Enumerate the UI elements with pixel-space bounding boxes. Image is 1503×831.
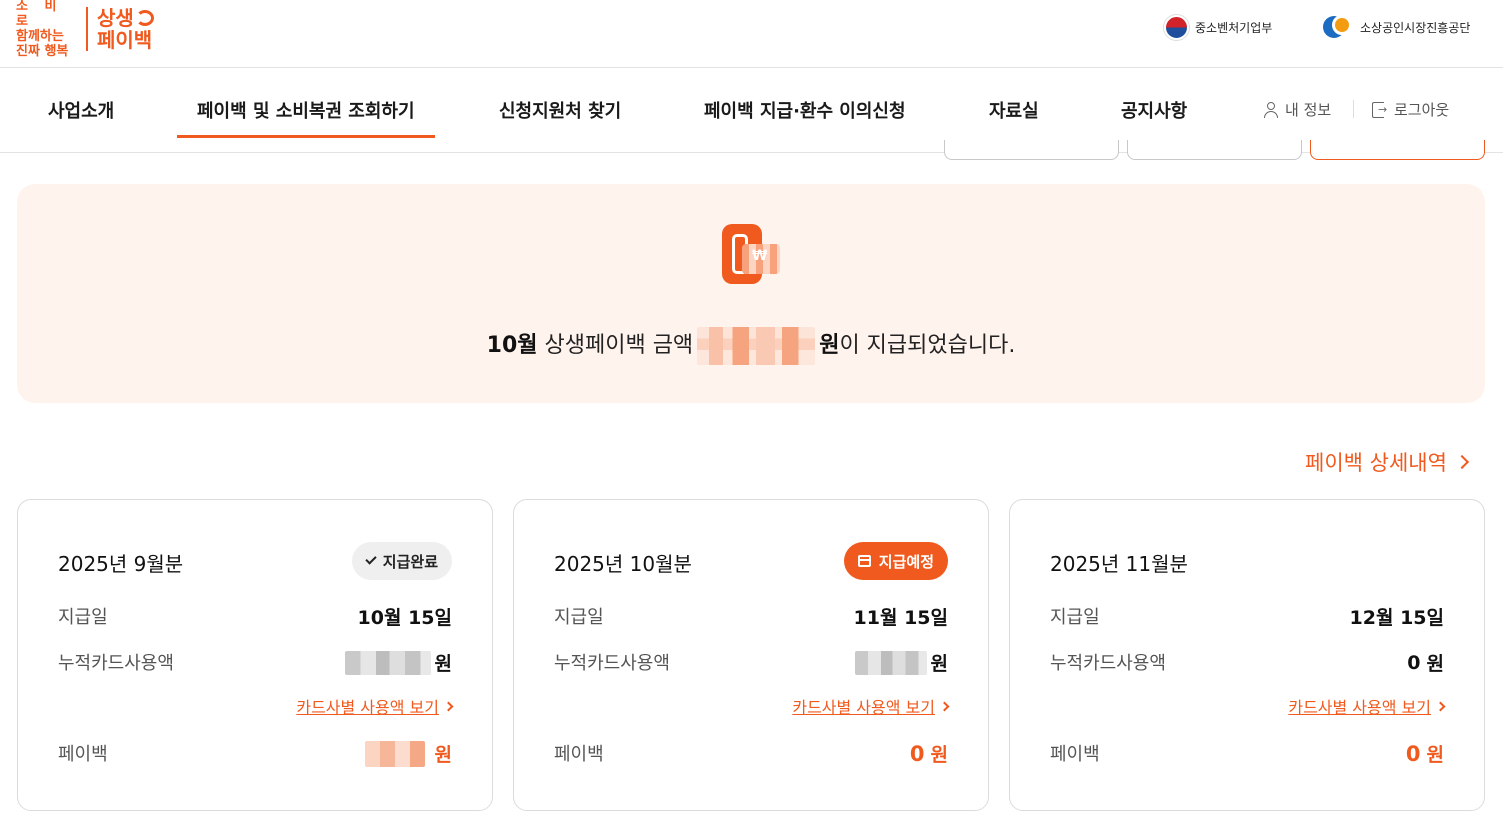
- payback-card-nov: 2025년 11월분 지급일 12월 15일 누적카드사용액 0 원 카드사별 …: [1009, 499, 1485, 811]
- payback-value: 0 원: [909, 741, 948, 767]
- logo-slogan: 소 비 로 함께하는 진짜 행복: [16, 0, 69, 59]
- payback-card-oct: 2025년 10월분 지급예정 지급일 11월 15일 누적카드사용액 원 카드…: [513, 499, 989, 811]
- swirl-icon: [135, 10, 154, 26]
- won-unit: 원: [1426, 744, 1444, 766]
- hidden-tab[interactable]: [1127, 140, 1302, 160]
- payback-label: 페이백: [1050, 744, 1100, 765]
- payback-value: 원: [361, 740, 452, 767]
- chevron-right-icon: [939, 701, 950, 711]
- ministry-link[interactable]: 중소벤처기업부: [1164, 12, 1272, 42]
- banner-currency: 원: [819, 333, 840, 358]
- redacted-payback: [364, 740, 425, 767]
- agency-label: 소상공인시장진흥공단: [1360, 20, 1471, 35]
- banner-month: 10월: [486, 333, 538, 358]
- calendar-icon: [857, 555, 871, 567]
- card-usage-label: 누적카드사용액: [58, 653, 174, 674]
- chevron-right-icon: [1435, 701, 1446, 711]
- pay-date-label: 지급일: [554, 607, 604, 628]
- pay-date-value: 12월 15일: [1349, 607, 1444, 629]
- payback-detail-link[interactable]: 페이백 상세내역: [1305, 447, 1469, 477]
- user-icon: [1264, 101, 1278, 118]
- logo-brand: 상생 페이백: [97, 6, 154, 52]
- card-usage-value: 원: [341, 649, 452, 676]
- wallet-icon: ₩: [722, 224, 780, 284]
- hidden-tab-active[interactable]: [1310, 140, 1485, 160]
- card-title: 2025년 11월분: [1050, 552, 1188, 576]
- logout-icon: →: [1372, 101, 1388, 118]
- nav-item-library[interactable]: 자료실: [989, 97, 1039, 123]
- won-unit: 원: [930, 744, 948, 766]
- card-title: 2025년 9월분: [58, 552, 184, 576]
- status-badge: 지급완료: [351, 542, 452, 580]
- banner-text-before: 상생페이백 금액: [544, 333, 694, 358]
- pay-date-label: 지급일: [1050, 607, 1100, 628]
- status-badge: 지급예정: [843, 542, 948, 580]
- nav-item-find-center[interactable]: 신청지원처 찾기: [499, 97, 621, 123]
- pay-date-value: 10월 15일: [357, 607, 452, 629]
- card-title: 2025년 10월분: [554, 552, 692, 576]
- redacted-usage: [344, 650, 431, 675]
- card-usage-link[interactable]: 카드사별 사용액 보기: [296, 694, 454, 718]
- payback-card-sep: 2025년 9월분 지급완료 지급일 10월 15일 누적카드사용액 원 카드사…: [17, 499, 493, 811]
- nav-item-payback-lookup[interactable]: 페이백 및 소비복권 조회하기: [177, 97, 435, 138]
- won-unit: 원: [434, 653, 452, 675]
- banner-text-after: 이 지급되었습니다.: [839, 333, 1016, 358]
- payback-label: 페이백: [554, 744, 604, 765]
- payback-banner: ₩ 10월 상생페이백 금액 원이 지급되었습니다.: [17, 184, 1485, 403]
- payback-label: 페이백: [58, 744, 108, 765]
- nav-item-objection[interactable]: 페이백 지급·환수 이의신청: [704, 97, 906, 123]
- won-unit: 원: [1426, 653, 1444, 675]
- card-usage-link[interactable]: 카드사별 사용액 보기: [792, 694, 950, 718]
- won-unit: 원: [930, 653, 948, 675]
- redacted-usage: [854, 650, 927, 675]
- redacted-amount: [697, 327, 816, 365]
- chevron-right-icon: [1454, 454, 1469, 470]
- util-divider: [1353, 100, 1354, 118]
- won-unit: 원: [434, 744, 452, 766]
- top-header: 소 비 로 함께하는 진짜 행복 상생 페이백 중소벤처기업부 소상공인시장진흥…: [0, 0, 1503, 68]
- check-icon: [365, 553, 377, 565]
- nav-item-about[interactable]: 사업소개: [48, 97, 114, 123]
- card-usage-label: 누적카드사용액: [554, 653, 670, 674]
- hidden-tab[interactable]: [944, 140, 1119, 160]
- site-logo[interactable]: 소 비 로 함께하는 진짜 행복 상생 페이백: [16, 0, 154, 59]
- agency-logo-icon: [1323, 14, 1353, 40]
- taegeuk-icon: [1164, 14, 1189, 40]
- pay-date-value: 11월 15일: [853, 607, 948, 629]
- logout-link[interactable]: → 로그아웃: [1372, 99, 1449, 120]
- pay-date-label: 지급일: [58, 607, 108, 628]
- ministry-label: 중소벤처기업부: [1195, 20, 1273, 35]
- card-usage-link[interactable]: 카드사별 사용액 보기: [1288, 694, 1446, 718]
- card-usage-value: 원: [851, 649, 948, 676]
- logo-divider: [86, 7, 88, 51]
- card-usage-label: 누적카드사용액: [1050, 653, 1166, 674]
- my-info-link[interactable]: 내 정보: [1264, 99, 1331, 120]
- payback-value: 0 원: [1405, 741, 1444, 767]
- agency-link[interactable]: 소상공인시장진흥공단: [1323, 12, 1470, 42]
- chevron-right-icon: [443, 701, 454, 711]
- nav-item-notice[interactable]: 공지사항: [1121, 97, 1187, 123]
- card-usage-value: 0 원: [1407, 649, 1444, 676]
- banner-message: 10월 상생페이백 금액 원이 지급되었습니다.: [17, 327, 1485, 365]
